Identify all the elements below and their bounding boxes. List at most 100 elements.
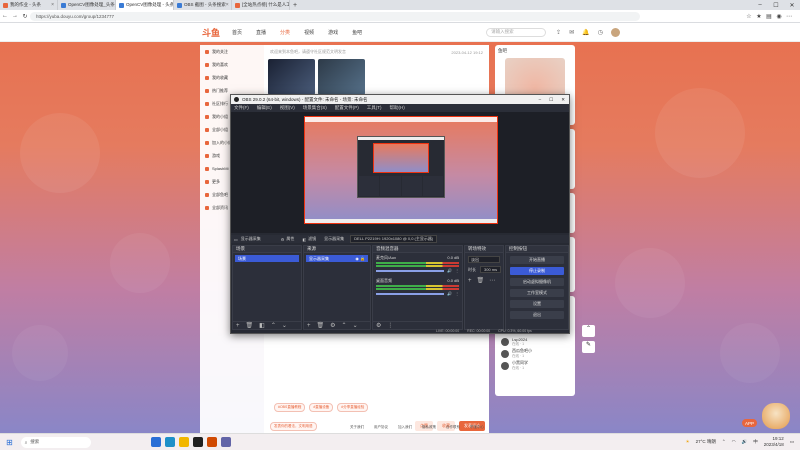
source-item[interactable]: 显示器采集 ◉ 🔒 (306, 255, 368, 262)
filters-button[interactable]: 滤镜 (308, 236, 316, 242)
forward-icon[interactable]: → (10, 13, 20, 19)
browser-tab[interactable]: 我的作业 - 头条 × (0, 0, 58, 10)
footer-link[interactable]: 举报中心 (470, 425, 484, 430)
edge-icon[interactable] (164, 437, 175, 447)
wifi-icon[interactable]: ◠ (732, 439, 736, 445)
site-nav-item[interactable]: 首页 (232, 29, 242, 36)
close-icon[interactable]: ✕ (784, 2, 800, 9)
obs-menu-item[interactable]: 场景集合(S) (303, 105, 327, 111)
windows-start-icon[interactable]: ⊞ (6, 438, 13, 447)
maximize-icon[interactable]: ☐ (768, 2, 784, 9)
browser-tab[interactable]: OpenCV图像处理_头条搜索× (58, 0, 116, 10)
channel-menu-icon[interactable]: ⋮ (455, 291, 459, 296)
control-button[interactable]: 启动虚拟摄像机 (510, 278, 564, 286)
site-search-input[interactable]: 请输入搜索 (486, 27, 547, 37)
gear-icon[interactable]: ⚙ (281, 237, 285, 242)
footer-link[interactable]: 用户协议 (374, 425, 388, 430)
site-nav-item[interactable]: 直播 (256, 29, 266, 36)
refresh-icon[interactable]: ↻ (20, 13, 30, 20)
extensions-icon[interactable]: ☆ (744, 13, 754, 20)
weather-text[interactable]: 27°C 晴朗 (696, 439, 716, 445)
favorites-icon[interactable]: ★ (754, 13, 764, 20)
obs-menu-item[interactable]: 帮助(H) (390, 105, 405, 111)
site-nav-item[interactable]: 分类 (280, 29, 290, 36)
obs-menu-item[interactable]: 视图(V) (280, 105, 295, 111)
volume-icon[interactable]: 🔊 (742, 439, 748, 445)
control-button[interactable]: 工作室模式 (510, 289, 564, 297)
footer-link[interactable]: 关于我们 (350, 425, 364, 430)
control-button[interactable]: 停止录制 (510, 267, 564, 275)
friend-item[interactable]: 西瓜鱼吧小 在线 · 1 (501, 348, 569, 359)
obs-close-icon[interactable]: ✕ (561, 97, 565, 103)
post-image-1[interactable] (268, 59, 315, 95)
site-nav-item[interactable]: 鱼吧 (352, 29, 362, 36)
browser-tab[interactable]: [全站热点榜] 什么是人工智能× (232, 0, 290, 10)
speaker-icon[interactable]: 🔊 (447, 291, 452, 296)
url-field[interactable]: https://yuba.douyu.com/group/1234777 (30, 11, 640, 21)
site-nav-item[interactable]: 视频 (304, 29, 314, 36)
control-button[interactable]: 退出 (510, 311, 564, 319)
post-image-2[interactable] (318, 59, 365, 95)
footer-link[interactable]: 加入我们 (398, 425, 412, 430)
back-icon[interactable]: ← (0, 13, 10, 19)
volume-slider[interactable] (376, 269, 445, 272)
scene-item[interactable]: 场景 (235, 255, 299, 262)
duration-input[interactable]: 300 ms (480, 266, 502, 273)
topic-tag[interactable]: #直播设备 (309, 403, 334, 412)
message-icon[interactable]: ✉ (569, 29, 574, 36)
add-transition-icon[interactable]: + (468, 278, 472, 284)
weather-icon[interactable]: ☀ (686, 439, 690, 445)
topic-tag[interactable]: #分享直播经验 (337, 403, 369, 412)
chat-taskbar-icon[interactable] (220, 437, 231, 447)
collections-icon[interactable]: ▤ (764, 13, 774, 20)
site-nav-item[interactable]: 游戏 (328, 29, 338, 36)
control-button[interactable]: 设置 (510, 300, 564, 308)
new-tab-button[interactable]: + (290, 2, 300, 9)
footer-link[interactable]: 隐私政策 (422, 425, 436, 430)
transition-menu-icon[interactable]: ⋯ (489, 277, 495, 284)
edit-icon[interactable]: ✎ (582, 341, 595, 353)
left-nav-item[interactable]: 我的喜欢 (200, 58, 264, 71)
display-device-select[interactable]: DELL P2219H: 1920x1080 @ 0,0 (主显示器) (350, 235, 438, 243)
eye-icon[interactable]: ◉ (355, 256, 359, 261)
friend-item[interactable]: Lsp2024 在线 · 1 (501, 336, 569, 347)
task-view-icon[interactable] (150, 437, 161, 447)
topic-tag[interactable]: #OBS直播教程 (274, 403, 306, 412)
tab-close-icon[interactable]: × (51, 2, 54, 8)
clock[interactable]: 19:12 2023/4/18 (764, 436, 784, 448)
remove-transition-icon[interactable]: 🗑 (477, 277, 485, 284)
lock-icon[interactable]: 🔒 (360, 256, 365, 261)
browser-tab[interactable]: OpenCV图像处理 - 头条搜索× (116, 0, 174, 10)
tab-close-icon[interactable]: × (226, 2, 229, 8)
transition-type-select[interactable]: 淡出 (468, 256, 500, 263)
properties-button[interactable]: 属性 (286, 236, 294, 242)
footer-link[interactable]: 合作联系 (446, 425, 460, 430)
user-avatar[interactable] (610, 27, 620, 37)
minimize-icon[interactable]: – (752, 2, 768, 9)
profile-icon[interactable]: ◉ (774, 13, 784, 20)
browser-tab[interactable]: OBS 截图 - 头条搜索 × (174, 0, 232, 10)
mascot-icon[interactable] (762, 403, 790, 429)
taskbar-search[interactable]: ⌕ 搜索 (20, 436, 91, 448)
obs-taskbar-icon[interactable] (192, 437, 203, 447)
left-nav-item[interactable]: 我的关注 (200, 45, 264, 58)
obs-menu-item[interactable]: 配置文件(P) (335, 105, 359, 111)
reply-hint[interactable]: 发表你的看法，文明用语 (270, 421, 317, 431)
app-download-button[interactable]: APP (742, 419, 758, 427)
upload-icon[interactable]: ⇪ (556, 29, 561, 36)
notification-icon[interactable]: 🔔 (582, 29, 589, 36)
back-to-top-icon[interactable]: ⌃ (582, 325, 595, 337)
ime-indicator[interactable]: 中 (753, 439, 758, 445)
obs-minimize-icon[interactable]: – (539, 97, 542, 103)
filter-icon[interactable]: ◧ (302, 237, 306, 242)
channel-menu-icon[interactable]: ⋮ (455, 268, 459, 273)
history-icon[interactable]: ◷ (598, 29, 603, 36)
more-icon[interactable]: ⋯ (784, 13, 794, 20)
notification-center-icon[interactable]: ▭ (790, 439, 794, 445)
obs-menu-item[interactable]: 编辑(E) (257, 105, 272, 111)
obs-maximize-icon[interactable]: ☐ (549, 97, 553, 103)
site-logo[interactable]: 斗鱼 (202, 26, 220, 39)
tray-chevron-icon[interactable]: ⌃ (722, 439, 726, 445)
control-button[interactable]: 开始直播 (510, 256, 564, 264)
app-taskbar-icon[interactable] (206, 437, 217, 447)
